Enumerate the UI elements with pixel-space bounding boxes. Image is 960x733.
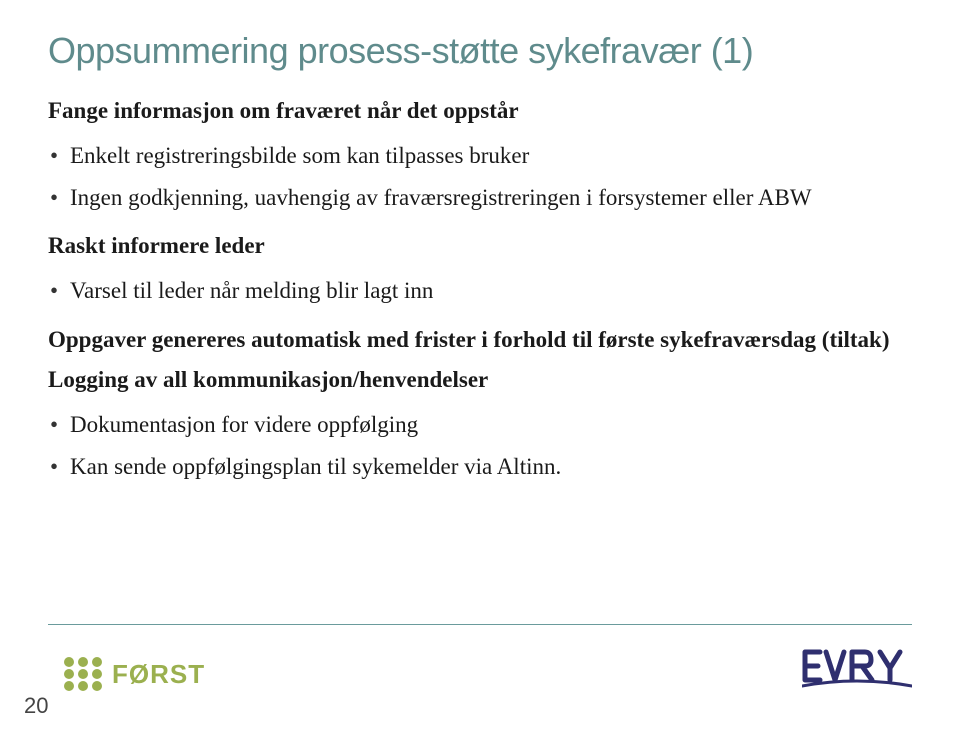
list-item: Ingen godkjenning, uavhengig av fraværsr… [48, 180, 912, 216]
section-heading: Oppgaver genereres automatisk med friste… [48, 327, 912, 353]
list-item: Kan sende oppfølgingsplan til sykemelder… [48, 449, 912, 485]
bullet-list: Varsel til leder når melding blir lagt i… [48, 273, 912, 309]
section-heading: Logging av all kommunikasjon/henvendelse… [48, 367, 912, 393]
logo-forst-text: FØRST [112, 659, 205, 690]
forst-icon [64, 657, 102, 691]
list-item: Enkelt registreringsbilde som kan tilpas… [48, 138, 912, 174]
logo-evry [802, 646, 912, 693]
list-item: Varsel til leder når melding blir lagt i… [48, 273, 912, 309]
footer: 20 FØRST [0, 633, 960, 733]
section-heading: Raskt informere leder [48, 233, 912, 259]
logo-forst: FØRST [64, 657, 205, 691]
bullet-list: Dokumentasjon for videre oppfølging Kan … [48, 407, 912, 484]
section-4: Logging av all kommunikasjon/henvendelse… [48, 367, 912, 484]
section-heading: Fange informasjon om fraværet når det op… [48, 98, 912, 124]
list-item: Dokumentasjon for videre oppfølging [48, 407, 912, 443]
page-title: Oppsummering prosess-støtte sykefravær (… [48, 30, 912, 72]
section-1: Fange informasjon om fraværet når det op… [48, 98, 912, 215]
slide: Oppsummering prosess-støtte sykefravær (… [0, 0, 960, 733]
section-3: Oppgaver genereres automatisk med friste… [48, 327, 912, 353]
bullet-list: Enkelt registreringsbilde som kan tilpas… [48, 138, 912, 215]
divider [48, 624, 912, 625]
section-2: Raskt informere leder Varsel til leder n… [48, 233, 912, 309]
evry-icon [802, 646, 912, 688]
page-number: 20 [24, 693, 48, 719]
